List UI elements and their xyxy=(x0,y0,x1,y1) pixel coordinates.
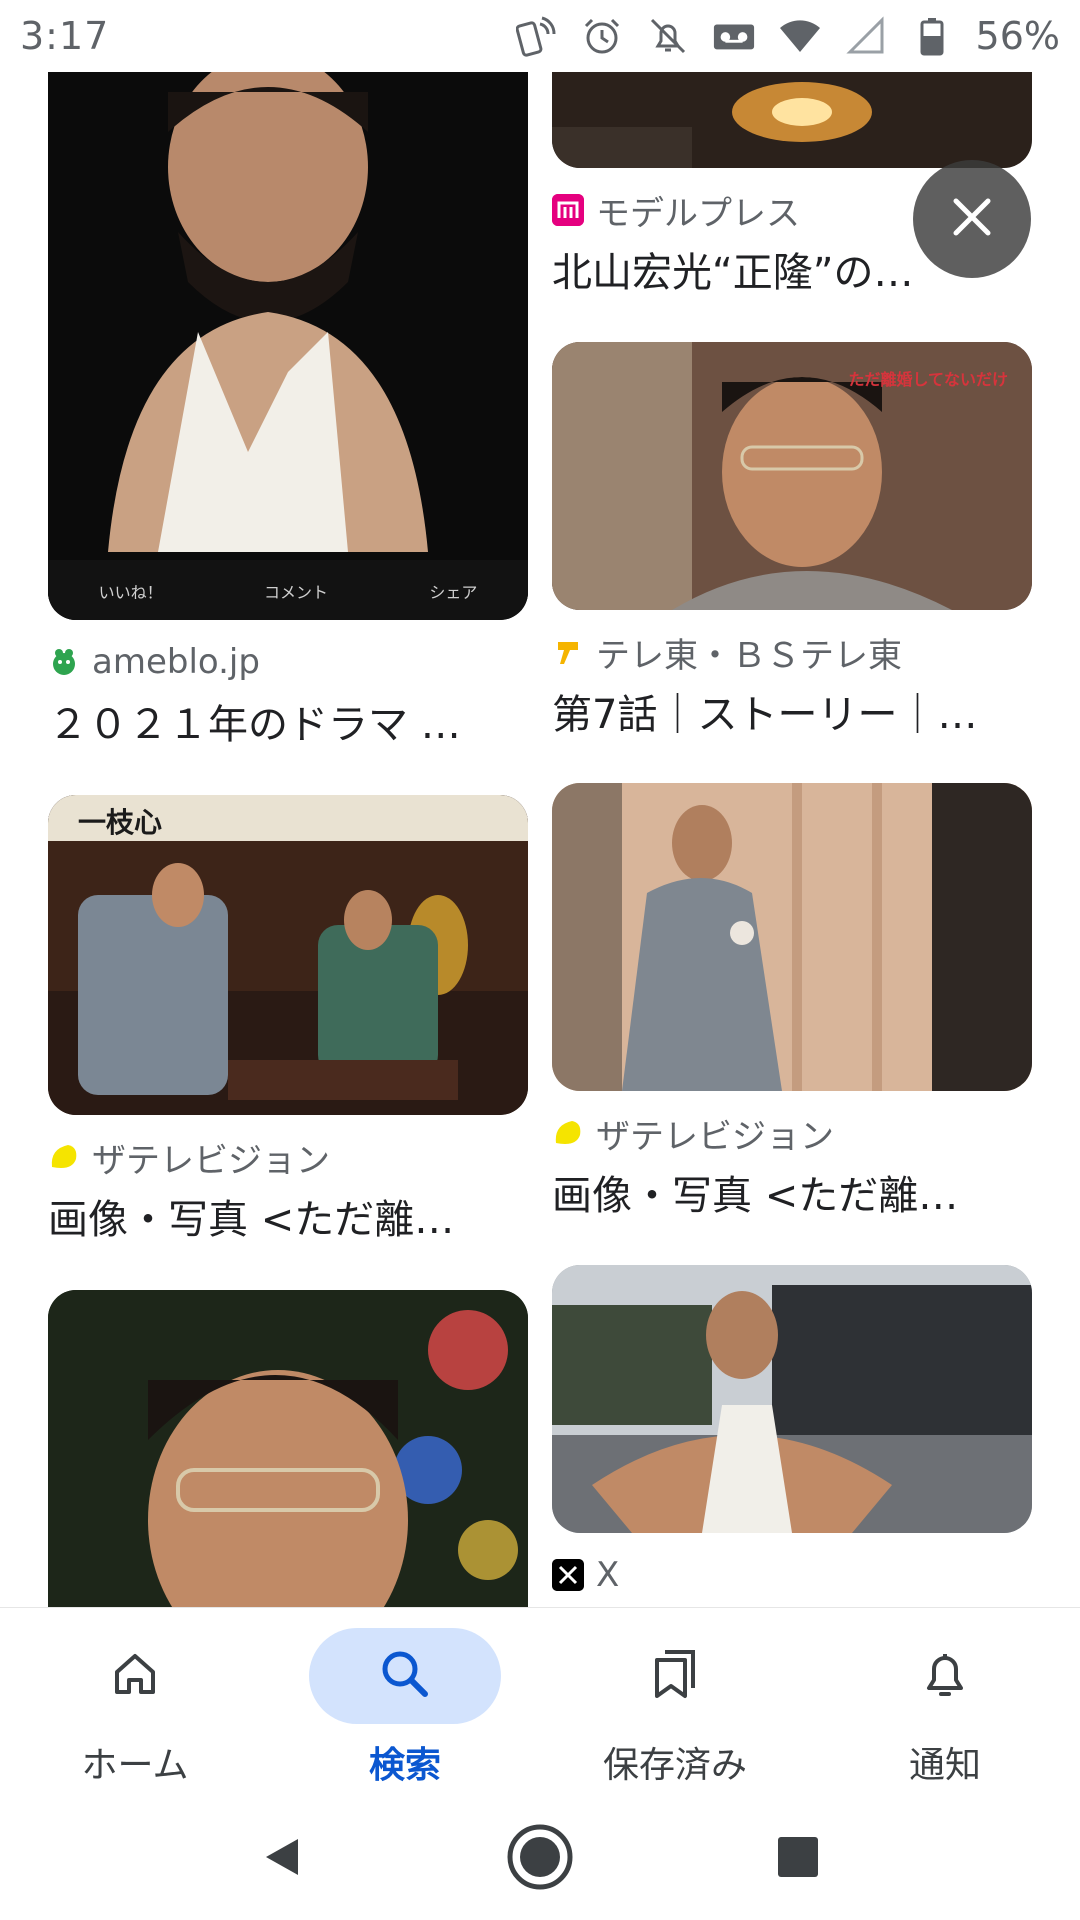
bell-icon xyxy=(919,1646,971,1706)
battery-icon xyxy=(910,14,954,58)
back-icon[interactable] xyxy=(258,1833,306,1885)
image-action-bar: いいね！ コメント シェア xyxy=(48,562,528,620)
thetv-icon xyxy=(552,1117,584,1149)
result-card[interactable]: X xyxy=(552,1265,1032,1599)
battery-percent: 56% xyxy=(975,14,1060,58)
result-image[interactable] xyxy=(552,783,1032,1091)
image-overlay-caption: 一枝心 xyxy=(78,806,163,839)
result-card[interactable]: 一枝心 ザテレビジョン 画像・写真 <ただ離… xyxy=(48,795,528,1245)
search-icon xyxy=(377,1646,433,1706)
nav-search[interactable]: 検索 xyxy=(270,1608,540,1797)
x-icon xyxy=(552,1559,584,1591)
source-name: ザテレビジョン xyxy=(92,1140,330,1181)
notifications-off-icon xyxy=(646,14,690,58)
nav-home[interactable]: ホーム xyxy=(0,1608,270,1797)
result-title[interactable]: 画像・写真 <ただ離… xyxy=(552,1163,1032,1221)
signal-icon xyxy=(844,14,888,58)
result-image[interactable] xyxy=(552,1265,1032,1533)
result-card[interactable]: ザテレビジョン 画像・写真 <ただ離… xyxy=(552,783,1032,1221)
home-icon xyxy=(109,1648,161,1704)
source-name: ameblo.jp xyxy=(92,642,260,682)
result-card[interactable]: ただ離婚してないだけ テレ東・ＢＳテレ東 第7話｜ストーリー｜… xyxy=(552,342,1032,740)
nav-saved[interactable]: 保存済み xyxy=(540,1608,810,1797)
nav-saved-label: 保存済み xyxy=(602,1745,747,1786)
alarm-icon xyxy=(580,14,624,58)
result-source: ザテレビジョン xyxy=(48,1133,528,1181)
image-overlay-caption: ただ離婚してないだけ xyxy=(848,370,1008,389)
result-title[interactable]: ２０２１年のドラマ … xyxy=(48,692,528,750)
result-card[interactable] xyxy=(48,1290,528,1607)
collections-icon xyxy=(649,1646,701,1706)
like-label: いいね！ xyxy=(98,583,163,602)
nav-notifications-pill xyxy=(849,1628,1041,1724)
nfc-icon xyxy=(514,14,558,58)
ameblo-icon xyxy=(48,646,80,678)
nav-notifications-label: 通知 xyxy=(908,1745,981,1786)
result-image[interactable]: いいね！ コメント シェア xyxy=(48,72,528,620)
system-navigation-bar xyxy=(0,1797,1080,1920)
source-name: モデルプレス xyxy=(596,193,800,234)
modelpress-icon xyxy=(552,194,584,226)
nav-notifications[interactable]: 通知 xyxy=(810,1608,1080,1797)
result-image[interactable]: 一枝心 xyxy=(48,795,528,1115)
nav-home-label: ホーム xyxy=(81,1745,189,1786)
result-image[interactable] xyxy=(552,72,1032,168)
thetv-icon xyxy=(48,1141,80,1173)
source-name: X xyxy=(596,1555,620,1595)
result-source: ameblo.jp xyxy=(48,638,528,686)
nav-search-pill xyxy=(309,1628,501,1724)
share-label: シェア xyxy=(429,583,478,602)
close-button[interactable] xyxy=(913,160,1031,278)
recents-icon[interactable] xyxy=(774,1833,822,1885)
status-time: 3:17 xyxy=(20,14,110,58)
source-name: テレ東・ＢＳテレ東 xyxy=(596,635,902,676)
nav-saved-pill xyxy=(579,1628,771,1724)
image-results-feed[interactable]: いいね！ コメント シェア ameblo.jp ２０２１年のドラマ … モデルプ… xyxy=(0,72,1080,1607)
result-image[interactable] xyxy=(48,1290,528,1607)
result-source: ザテレビジョン xyxy=(552,1109,1032,1157)
wifi-icon xyxy=(778,14,822,58)
result-title[interactable]: 第7話｜ストーリー｜… xyxy=(552,682,1032,740)
result-source: X xyxy=(552,1551,1032,1599)
nav-search-label: 検索 xyxy=(368,1745,441,1786)
source-name: ザテレビジョン xyxy=(596,1116,834,1157)
tvtokyo-icon xyxy=(552,636,584,668)
nav-home-pill xyxy=(39,1628,231,1724)
result-image[interactable]: ただ離婚してないだけ xyxy=(552,342,1032,610)
result-card[interactable]: いいね！ コメント シェア ameblo.jp ２０２１年のドラマ … xyxy=(48,72,528,750)
close-icon xyxy=(950,195,994,243)
comment-label: コメント xyxy=(263,583,328,602)
result-source: テレ東・ＢＳテレ東 xyxy=(552,628,1032,676)
status-icons: 56% xyxy=(514,14,1060,58)
home-circle-icon[interactable] xyxy=(506,1823,574,1895)
bottom-navigation: ホーム 検索 保存済み 通知 xyxy=(0,1607,1080,1797)
status-bar: 3:17 56% xyxy=(0,0,1080,72)
voicemail-icon xyxy=(712,14,756,58)
result-title[interactable]: 画像・写真 <ただ離… xyxy=(48,1187,528,1245)
